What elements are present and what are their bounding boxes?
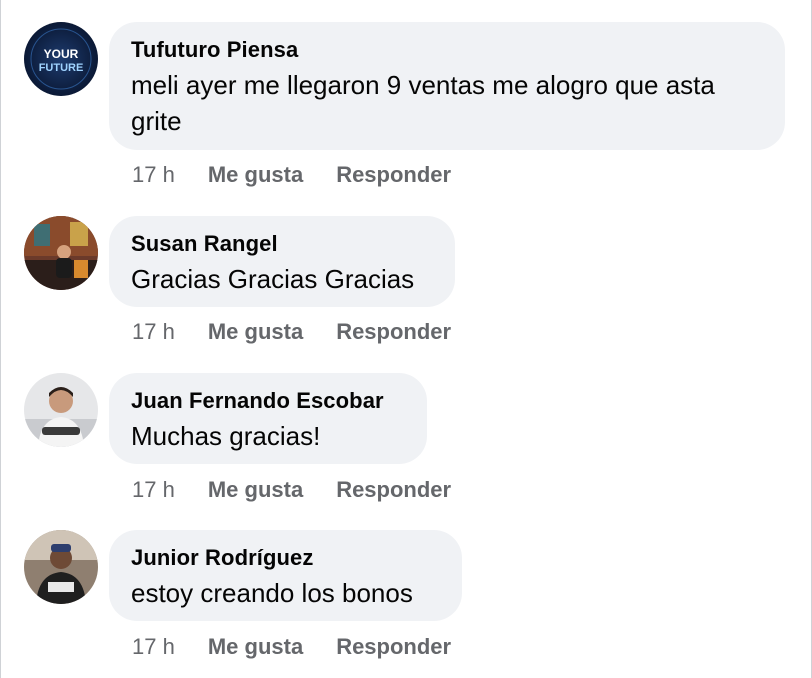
- comment-actions: 17 h Me gusta Responder: [132, 162, 451, 188]
- comment-time[interactable]: 17 h: [132, 162, 175, 188]
- comment-text: Muchas gracias!: [131, 421, 321, 451]
- comment-time[interactable]: 17 h: [132, 319, 175, 345]
- svg-text:FUTURE: FUTURE: [39, 62, 84, 74]
- comment-bubble: Susan Rangel Gracias Gracias Gracias: [109, 216, 455, 307]
- your-future-logo: YOUR FUTURE: [24, 22, 98, 96]
- avatar[interactable]: [24, 216, 98, 290]
- profile-photo: [24, 373, 98, 447]
- comment-author[interactable]: Juan Fernando Escobar: [131, 388, 405, 414]
- comment-bubble: Junior Rodríguez estoy creando los bonos: [109, 530, 462, 621]
- comment-bubble: Juan Fernando Escobar Muchas gracias!: [109, 373, 427, 464]
- profile-photo: [24, 530, 98, 604]
- comment-author[interactable]: Tufuturo Piensa: [131, 37, 763, 63]
- comment-actions: 17 h Me gusta Responder: [132, 477, 451, 503]
- avatar[interactable]: [24, 530, 98, 604]
- avatar[interactable]: YOUR FUTURE: [24, 22, 98, 96]
- reply-button[interactable]: Responder: [336, 477, 451, 503]
- reply-button[interactable]: Responder: [336, 162, 451, 188]
- svg-text:YOUR: YOUR: [44, 47, 79, 61]
- like-button[interactable]: Me gusta: [208, 319, 303, 345]
- comment-actions: 17 h Me gusta Responder: [132, 634, 451, 660]
- like-button[interactable]: Me gusta: [208, 162, 303, 188]
- comment-text: estoy creando los bonos: [131, 578, 413, 608]
- comment-author[interactable]: Susan Rangel: [131, 231, 433, 257]
- comment-bubble: Tufuturo Piensa meli ayer me llegaron 9 …: [109, 22, 785, 150]
- comment-time[interactable]: 17 h: [132, 634, 175, 660]
- comment-time[interactable]: 17 h: [132, 477, 175, 503]
- reply-button[interactable]: Responder: [336, 634, 451, 660]
- comment-text: Gracias Gracias Gracias: [131, 264, 415, 294]
- comment-actions: 17 h Me gusta Responder: [132, 319, 451, 345]
- reply-button[interactable]: Responder: [336, 319, 451, 345]
- like-button[interactable]: Me gusta: [208, 477, 303, 503]
- profile-photo: [24, 216, 98, 290]
- comment-author[interactable]: Junior Rodríguez: [131, 545, 440, 571]
- like-button[interactable]: Me gusta: [208, 634, 303, 660]
- avatar[interactable]: [24, 373, 98, 447]
- comment-text: meli ayer me llegaron 9 ventas me alogro…: [131, 70, 715, 136]
